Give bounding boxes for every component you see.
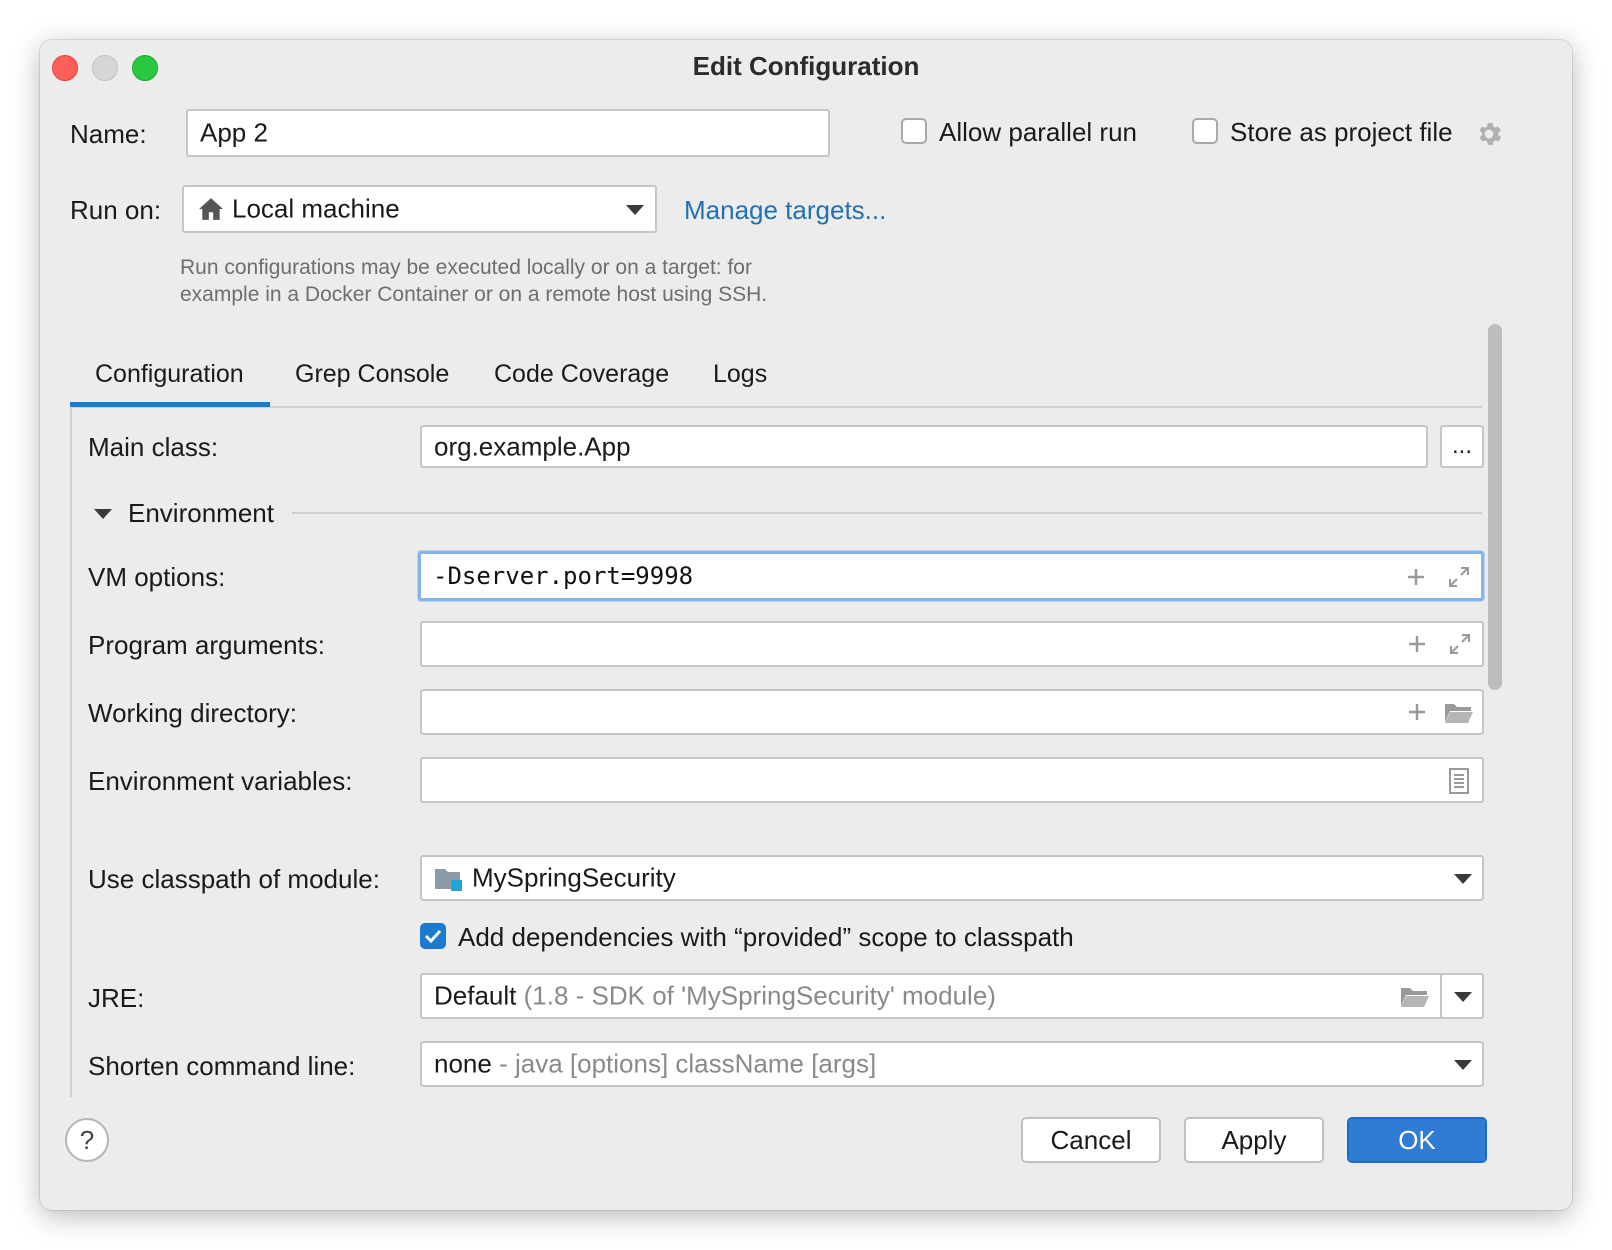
working-directory-label: Working directory: [88,698,298,728]
shorten-command-line-value: none - java [options] className [args] [434,1049,876,1080]
dropdown-divider [1440,975,1442,1017]
plus-icon[interactable] [1406,567,1426,587]
jre-label: JRE: [88,983,145,1013]
name-input[interactable]: App 2 [186,109,830,157]
document-icon[interactable] [1448,767,1470,795]
shorten-command-line-dropdown[interactable]: none - java [options] className [args] [420,1041,1484,1087]
title-bar: Edit Configuration [40,40,1572,94]
chevron-down-icon [1454,874,1472,884]
home-icon [199,198,223,220]
plus-icon[interactable] [1407,634,1427,654]
manage-targets-link[interactable]: Manage targets... [684,195,886,226]
tab-grep-console[interactable]: Grep Console [295,360,449,389]
shorten-command-line-label: Shorten command line: [88,1051,356,1081]
collapse-triangle-icon[interactable] [94,509,112,519]
classpath-module-value: MySpringSecurity [472,862,676,893]
classpath-module-label: Use classpath of module: [88,864,380,894]
store-as-project-file-checkbox[interactable] [1192,118,1218,144]
module-icon [435,869,462,891]
program-arguments-input[interactable] [420,621,1484,667]
expand-icon[interactable] [1447,565,1471,589]
vm-options-value: -Dserver.port=9998 [433,562,694,590]
environment-section-label: Environment [128,498,274,528]
section-divider [292,512,1482,514]
active-tab-indicator [70,402,270,407]
tab-logs[interactable]: Logs [713,360,767,389]
browse-main-class-button[interactable]: ... [1440,425,1484,468]
allow-parallel-run-checkbox[interactable] [901,118,927,144]
name-label: Name: [70,119,147,149]
shorten-detail-text: - java [options] className [args] [499,1048,877,1079]
expand-icon[interactable] [1448,632,1472,656]
main-class-input[interactable]: org.example.App [420,425,1428,468]
chevron-down-icon[interactable] [1454,992,1472,1002]
jre-value: Default (1.8 - SDK of 'MySpringSecurity'… [434,981,996,1012]
store-as-project-file-label: Store as project file [1230,117,1453,147]
jre-dropdown[interactable]: Default (1.8 - SDK of 'MySpringSecurity'… [420,973,1484,1019]
main-class-label: Main class: [88,432,219,462]
tab-configuration[interactable]: Configuration [95,360,244,389]
environment-variables-input[interactable] [420,757,1484,803]
folder-icon[interactable] [1400,985,1430,1009]
jre-value-text: Default [434,980,517,1011]
chevron-down-icon [1454,1060,1472,1070]
provided-scope-label: Add dependencies with “provided” scope t… [458,922,1074,952]
checkmark-icon [424,929,442,944]
vm-options-input[interactable]: -Dserver.port=9998 [418,551,1484,601]
chevron-down-icon [626,205,644,215]
edit-configuration-dialog: Edit Configuration Name: App 2 Allow par… [40,40,1572,1210]
shorten-value-text: none [434,1048,492,1079]
apply-button[interactable]: Apply [1184,1117,1324,1163]
ok-button[interactable]: OK [1347,1117,1487,1163]
run-on-hint-line1: Run configurations may be executed local… [180,256,752,279]
run-on-dropdown[interactable]: Local machine [182,185,657,233]
folder-icon[interactable] [1444,701,1474,725]
classpath-module-dropdown[interactable]: MySpringSecurity [420,855,1484,901]
tab-code-coverage[interactable]: Code Coverage [494,360,669,389]
main-class-value: org.example.App [434,431,631,461]
working-directory-input[interactable] [420,689,1484,735]
jre-detail-text: (1.8 - SDK of 'MySpringSecurity' module) [523,980,996,1011]
provided-scope-checkbox[interactable] [420,923,446,949]
vm-options-label: VM options: [88,562,226,592]
cancel-button[interactable]: Cancel [1021,1117,1161,1163]
name-input-value: App 2 [200,117,268,148]
run-on-value: Local machine [232,193,400,224]
help-button[interactable]: ? [65,1118,109,1162]
vertical-scrollbar-thumb[interactable] [1488,324,1502,690]
gear-icon[interactable] [1474,119,1504,149]
run-on-label: Run on: [70,195,162,225]
run-on-hint-line2: example in a Docker Container or on a re… [180,283,768,306]
allow-parallel-run-label: Allow parallel run [939,117,1137,147]
plus-icon[interactable] [1407,702,1427,722]
environment-variables-label: Environment variables: [88,766,353,796]
program-arguments-label: Program arguments: [88,630,325,660]
window-title: Edit Configuration [692,51,920,81]
panel-border [70,407,72,1097]
tab-divider [70,406,1482,408]
